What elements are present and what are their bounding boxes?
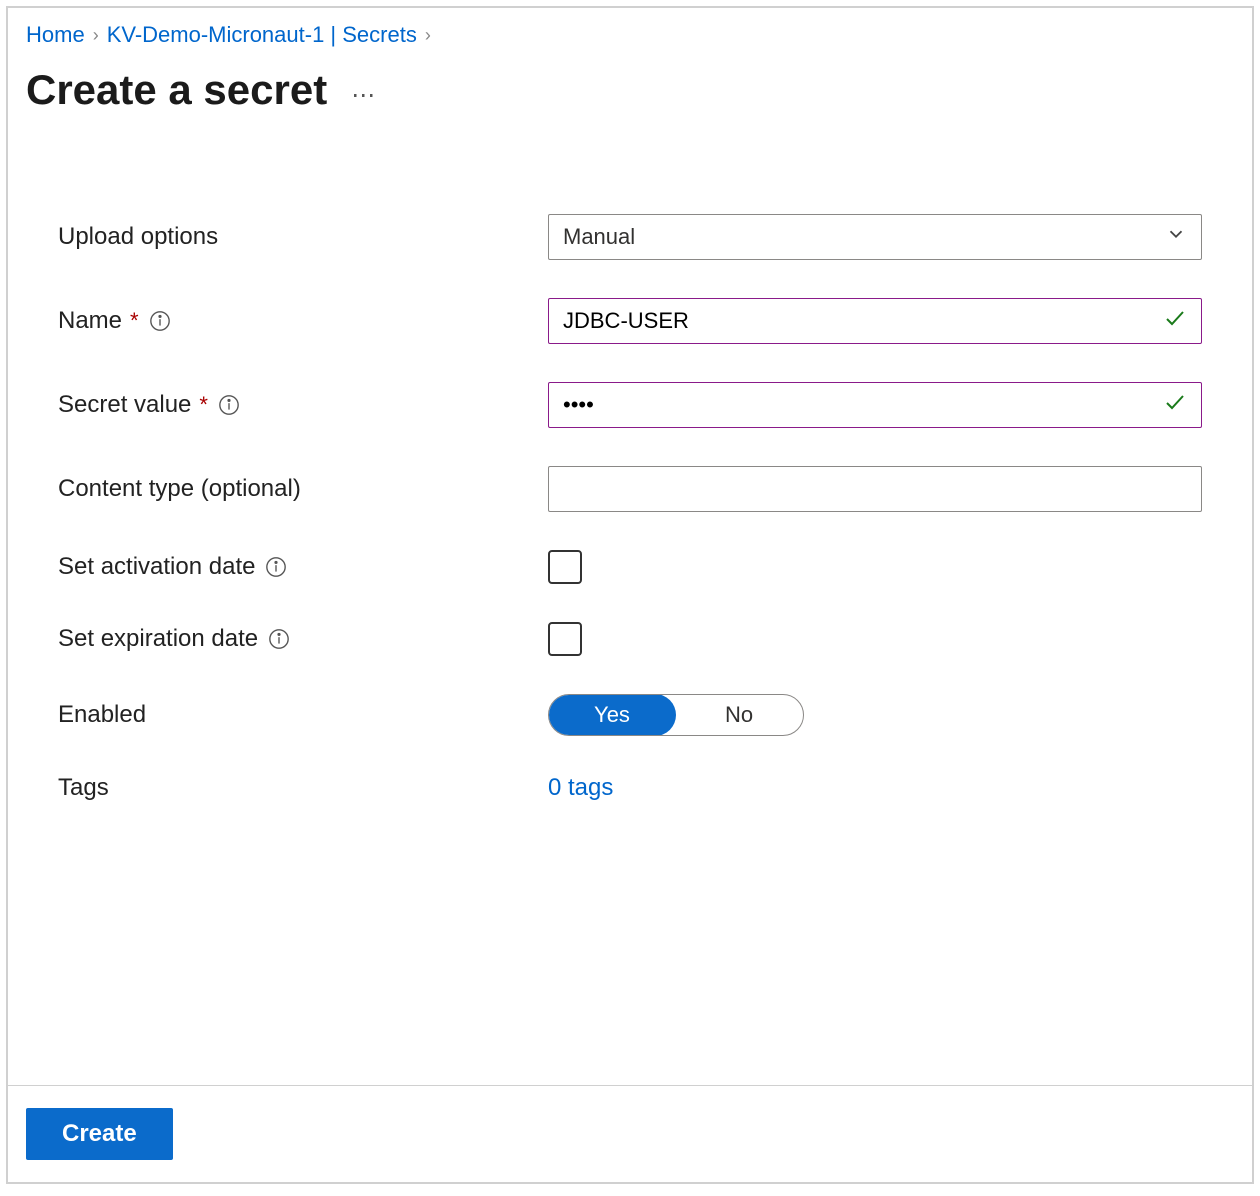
expiration-date-checkbox[interactable] (548, 622, 582, 656)
tags-link[interactable]: 0 tags (548, 774, 613, 802)
label-name: Name * (58, 307, 548, 335)
row-expiration-date: Set expiration date (58, 622, 1202, 656)
required-star-icon: * (199, 392, 208, 418)
chevron-right-icon: › (93, 25, 99, 46)
label-upload-options: Upload options (58, 223, 548, 251)
breadcrumb-home[interactable]: Home (26, 22, 85, 48)
page-header: Create a secret ⋯ (8, 56, 1252, 114)
page-title: Create a secret (26, 66, 327, 114)
activation-date-checkbox[interactable] (548, 550, 582, 584)
row-enabled: Enabled Yes No (58, 694, 1202, 736)
row-name: Name * (58, 298, 1202, 344)
enabled-toggle: Yes No (548, 694, 804, 736)
info-icon[interactable] (268, 628, 290, 650)
breadcrumb-kv-secrets[interactable]: KV-Demo-Micronaut-1 | Secrets (107, 22, 417, 48)
breadcrumb: Home › KV-Demo-Micronaut-1 | Secrets › (8, 8, 1252, 56)
row-upload-options: Upload options Manual (58, 214, 1202, 260)
content-type-input[interactable] (563, 467, 1151, 511)
content-type-input-wrapper (548, 466, 1202, 512)
row-secret-value: Secret value * (58, 382, 1202, 428)
create-secret-form: Upload options Manual Name * (8, 114, 1252, 802)
info-icon[interactable] (218, 394, 240, 416)
create-button[interactable]: Create (26, 1108, 173, 1160)
name-input-wrapper (548, 298, 1202, 344)
chevron-down-icon (1165, 223, 1187, 251)
secret-value-input[interactable] (563, 383, 1151, 427)
secret-value-input-wrapper (548, 382, 1202, 428)
label-enabled: Enabled (58, 701, 548, 729)
row-content-type: Content type (optional) (58, 466, 1202, 512)
info-icon[interactable] (265, 556, 287, 578)
check-icon (1163, 390, 1187, 420)
row-activation-date: Set activation date (58, 550, 1202, 584)
row-tags: Tags 0 tags (58, 774, 1202, 802)
label-secret-value: Secret value * (58, 391, 548, 419)
label-activation-date: Set activation date (58, 553, 548, 581)
enabled-no-option[interactable]: No (675, 695, 803, 735)
enabled-yes-option[interactable]: Yes (548, 694, 676, 736)
bottom-action-bar: Create (8, 1085, 1252, 1182)
label-tags: Tags (58, 774, 548, 802)
required-star-icon: * (130, 308, 139, 334)
upload-options-select[interactable]: Manual (548, 214, 1202, 260)
upload-options-value: Manual (563, 224, 635, 250)
check-icon (1163, 306, 1187, 336)
info-icon[interactable] (149, 310, 171, 332)
more-actions-icon[interactable]: ⋯ (351, 81, 377, 110)
chevron-right-icon: › (425, 25, 431, 46)
label-expiration-date: Set expiration date (58, 625, 548, 653)
name-input[interactable] (563, 299, 1151, 343)
label-content-type: Content type (optional) (58, 475, 548, 503)
